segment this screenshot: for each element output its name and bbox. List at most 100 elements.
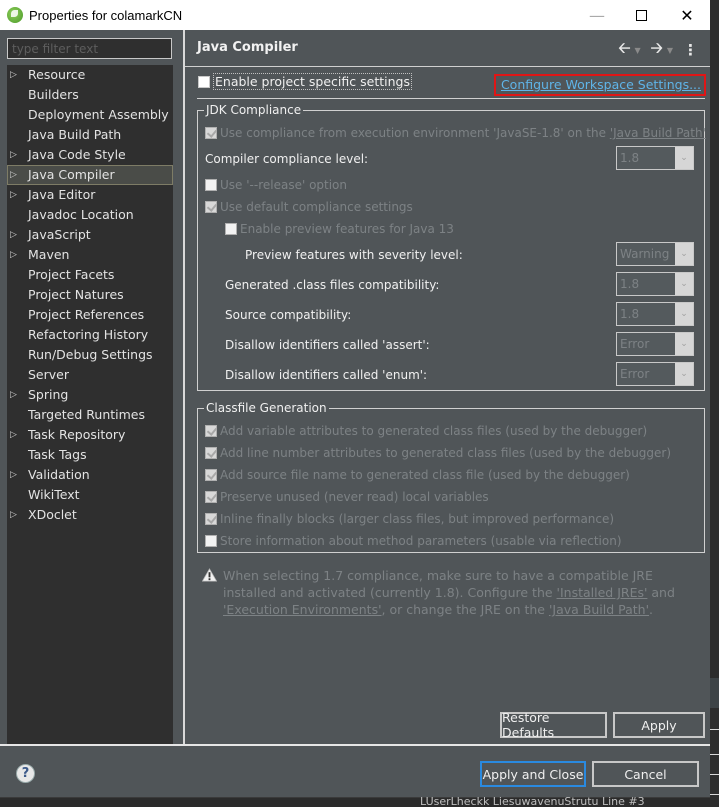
checkbox-box[interactable] — [205, 447, 217, 459]
warning-icon — [202, 568, 217, 582]
classfile-option-checkbox[interactable]: Add line number attributes to generated … — [205, 446, 671, 460]
nav-item-server[interactable]: Server — [7, 365, 173, 385]
background-line — [710, 729, 719, 730]
close-icon: ✕ — [680, 5, 694, 25]
classfile-option-checkbox[interactable]: Inline finally blocks (larger class file… — [205, 512, 614, 526]
nav-item-javadoc-location[interactable]: Javadoc Location — [7, 205, 173, 225]
nav-item-wikitext[interactable]: WikiText — [7, 485, 173, 505]
back-arrow-icon[interactable]: 🡠 — [618, 38, 630, 63]
checkbox-box[interactable] — [205, 491, 217, 503]
forward-arrow-icon[interactable]: 🡢 — [651, 38, 663, 63]
view-menu-icon[interactable]: ⋮ — [683, 43, 698, 58]
default-compliance-checkbox[interactable]: Use default compliance settings — [205, 200, 413, 214]
expand-triangle-icon[interactable]: ▷ — [10, 185, 20, 205]
classfile-option-checkbox[interactable]: Store information about method parameter… — [205, 534, 622, 548]
expand-triangle-icon[interactable]: ▷ — [10, 505, 20, 525]
help-icon[interactable]: ? — [16, 764, 35, 783]
classfile-option-checkbox[interactable]: Add source file name to generated class … — [205, 468, 630, 482]
compliance-level-combo[interactable]: 1.8 ⌄ — [616, 146, 694, 170]
generated-class-label: Generated .class files compatibility: — [225, 278, 440, 292]
background-line — [710, 774, 719, 775]
nav-item-task-repository[interactable]: ▷ Task Repository — [7, 425, 173, 445]
nav-item-xdoclet[interactable]: ▷ XDoclet — [7, 505, 173, 525]
expand-triangle-icon[interactable]: ▷ — [10, 165, 20, 185]
warning-text-part: and — [647, 585, 675, 600]
nav-item-label: Spring — [28, 387, 69, 402]
generated-class-combo[interactable]: 1.8 ⌄ — [616, 272, 694, 296]
expand-triangle-icon[interactable]: ▷ — [10, 245, 20, 265]
expand-triangle-icon[interactable]: ▷ — [10, 425, 20, 445]
chevron-down-icon: ⌄ — [675, 147, 693, 169]
nav-item-label: Maven — [28, 247, 70, 262]
checkbox-box[interactable] — [205, 535, 217, 547]
nav-item-java-build-path[interactable]: Java Build Path — [7, 125, 173, 145]
cancel-button[interactable]: Cancel — [592, 761, 699, 787]
configure-workspace-settings-link[interactable]: Configure Workspace Settings... — [494, 74, 706, 96]
expand-triangle-icon[interactable]: ▷ — [10, 145, 20, 165]
checkbox-box[interactable] — [198, 76, 210, 88]
installed-jres-link[interactable]: 'Installed JREs' — [557, 585, 648, 600]
minimize-button[interactable]: — — [574, 0, 620, 30]
close-button[interactable]: ✕ — [664, 0, 710, 30]
nav-item-refactoring-history[interactable]: Refactoring History — [7, 325, 173, 345]
nav-item-label: Builders — [28, 87, 79, 102]
warning-text-part: . — [649, 602, 654, 617]
forward-history-dropdown-icon[interactable]: ▼ — [667, 46, 673, 55]
expand-triangle-icon[interactable]: ▷ — [10, 465, 20, 485]
apply-button[interactable]: Apply — [613, 712, 705, 738]
nav-item-task-tags[interactable]: Task Tags — [7, 445, 173, 465]
nav-item-resource[interactable]: ▷ Resource — [7, 65, 173, 85]
nav-item-label: Run/Debug Settings — [28, 347, 153, 362]
nav-item-deployment-assembly[interactable]: Deployment Assembly — [7, 105, 173, 125]
maximize-button[interactable] — [618, 0, 664, 30]
disallow-enum-combo[interactable]: Error ⌄ — [616, 362, 694, 386]
jdk-compliance-group: JDK Compliance Use compliance from execu… — [197, 103, 706, 391]
nav-item-label: JavaScript — [28, 227, 91, 242]
java-build-path-link[interactable]: 'Java Build Path' — [549, 602, 649, 617]
checkbox-box[interactable] — [205, 179, 217, 191]
source-compat-combo[interactable]: 1.8 ⌄ — [616, 302, 694, 326]
apply-and-close-button[interactable]: Apply and Close — [480, 761, 586, 787]
classfile-option-checkbox[interactable]: Add variable attributes to generated cla… — [205, 424, 647, 438]
execution-environments-link[interactable]: 'Execution Environments' — [223, 602, 382, 617]
nav-item-project-references[interactable]: Project References — [7, 305, 173, 325]
release-option-checkbox[interactable]: Use '--release' option — [205, 178, 347, 192]
nav-item-java-compiler[interactable]: ▷ Java Compiler — [7, 165, 173, 185]
checkbox-box[interactable] — [205, 425, 217, 437]
nav-item-targeted-runtimes[interactable]: Targeted Runtimes — [7, 405, 173, 425]
classfile-option-label: Add variable attributes to generated cla… — [220, 424, 648, 438]
background-editor-text: LUserLheckk LiesuwavenuStrutu Line #3 — [420, 797, 645, 807]
use-ee-compliance-checkbox[interactable]: Use compliance from execution environmen… — [205, 126, 706, 140]
restore-defaults-button[interactable]: Restore Defaults — [500, 710, 607, 740]
checkbox-box[interactable] — [205, 513, 217, 525]
nav-item-project-facets[interactable]: Project Facets — [7, 265, 173, 285]
nav-item-java-editor[interactable]: ▷ Java Editor — [7, 185, 173, 205]
disallow-assert-combo[interactable]: Error ⌄ — [616, 332, 694, 356]
nav-item-builders[interactable]: Builders — [7, 85, 173, 105]
nav-item-validation[interactable]: ▷ Validation — [7, 465, 173, 485]
nav-item-run-debug-settings[interactable]: Run/Debug Settings — [7, 345, 173, 365]
expand-triangle-icon[interactable]: ▷ — [10, 225, 20, 245]
nav-item-maven[interactable]: ▷ Maven — [7, 245, 173, 265]
preview-features-checkbox[interactable]: Enable preview features for Java 13 — [225, 222, 454, 236]
classfile-option-checkbox[interactable]: Preserve unused (never read) local varia… — [205, 490, 489, 504]
nav-item-spring[interactable]: ▷ Spring — [7, 385, 173, 405]
checkbox-box[interactable] — [205, 469, 217, 481]
nav-item-javascript[interactable]: ▷ JavaScript — [7, 225, 173, 245]
checkbox-box[interactable] — [205, 127, 217, 139]
enable-project-settings-checkbox[interactable]: Enable project specific settings — [198, 73, 412, 90]
expand-triangle-icon[interactable]: ▷ — [10, 65, 20, 85]
expand-triangle-icon[interactable]: ▷ — [10, 385, 20, 405]
preview-severity-combo[interactable]: Warning ⌄ — [616, 242, 694, 266]
nav-item-project-natures[interactable]: Project Natures — [7, 285, 173, 305]
back-history-dropdown-icon[interactable]: ▼ — [635, 46, 641, 55]
checkbox-box[interactable] — [225, 223, 237, 235]
classfile-option-label: Add line number attributes to generated … — [220, 446, 672, 460]
chevron-down-icon: ⌄ — [675, 243, 693, 265]
checkbox-box[interactable] — [205, 201, 217, 213]
filter-input[interactable] — [7, 38, 172, 59]
nav-item-label: Task Tags — [28, 447, 87, 462]
java-build-path-link[interactable]: 'Java Build Path' — [610, 126, 706, 140]
nav-item-java-code-style[interactable]: ▷ Java Code Style — [7, 145, 173, 165]
window-title: Properties for colamarkCN — [29, 7, 183, 23]
